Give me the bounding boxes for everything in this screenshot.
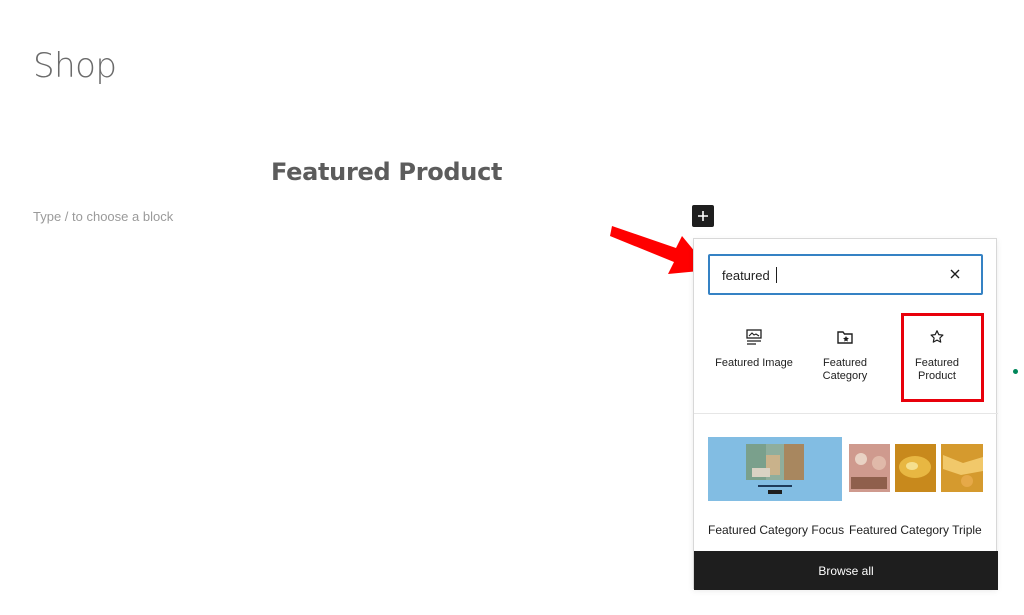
pattern-thumbnail — [708, 437, 842, 501]
pattern-label: Featured Category Triple — [849, 523, 982, 537]
block-placeholder[interactable]: Type / to choose a block — [33, 209, 173, 224]
divider — [694, 413, 998, 414]
plus-icon — [698, 211, 708, 221]
block-label: Featured Image — [715, 357, 793, 369]
folder-star-icon — [835, 327, 855, 347]
pattern-featured-category-triple[interactable]: Featured Category Triple — [849, 437, 983, 537]
search-field[interactable] — [708, 254, 983, 295]
page-title: Shop — [33, 46, 117, 86]
featured-product-heading[interactable]: Featured Product — [271, 158, 502, 186]
block-featured-image[interactable]: Featured Image — [714, 311, 794, 401]
pattern-thumbnail — [849, 437, 983, 501]
block-results: Featured Image Featured Category Feature… — [694, 311, 998, 406]
status-dot — [1013, 369, 1018, 374]
search-input[interactable] — [722, 266, 932, 284]
red-highlight-annotation — [901, 313, 984, 402]
clear-search-button[interactable] — [945, 264, 965, 284]
pattern-label: Featured Category Focus — [708, 523, 845, 537]
close-icon — [950, 269, 960, 279]
pattern-featured-category-focus[interactable]: Featured Category Focus — [708, 437, 844, 537]
text-caret — [776, 267, 777, 283]
browse-all-button[interactable]: Browse all — [694, 551, 998, 590]
block-featured-category[interactable]: Featured Category — [805, 311, 885, 401]
block-inserter-popover: Featured Image Featured Category Feature… — [693, 238, 998, 590]
featured-image-icon — [744, 327, 764, 347]
block-label: Featured Category — [822, 357, 868, 382]
